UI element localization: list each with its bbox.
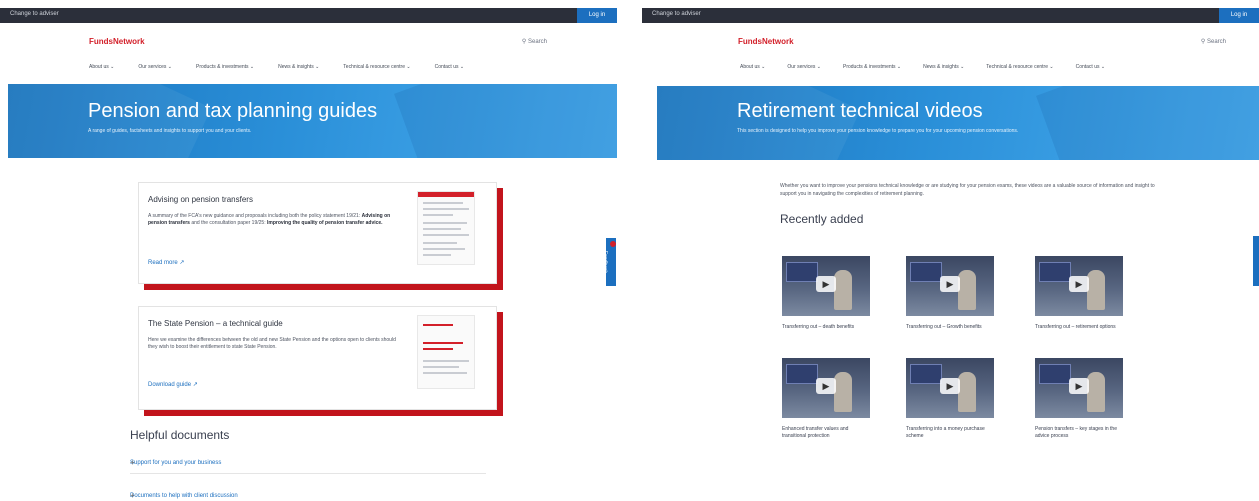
video-card[interactable]: ▶ Transferring into a money purchase sch… bbox=[906, 358, 994, 440]
helpful-documents-heading: Helpful documents bbox=[130, 428, 230, 442]
intro-text: Whether you want to improve your pension… bbox=[780, 183, 1155, 197]
feedback-icon bbox=[610, 241, 616, 247]
video-thumbnail[interactable]: ▶ bbox=[906, 358, 994, 418]
page-title: Retirement technical videos bbox=[737, 100, 983, 122]
nav-item-news[interactable]: News & insights bbox=[923, 64, 964, 70]
hero-banner: Pension and tax planning guides A range … bbox=[8, 84, 617, 158]
nav-item-products[interactable]: Products & investments bbox=[843, 64, 901, 70]
nav-item-contact[interactable]: Contact us bbox=[1076, 64, 1106, 70]
play-icon[interactable]: ▶ bbox=[816, 378, 836, 394]
login-button[interactable]: Log in bbox=[1219, 8, 1259, 23]
feedback-label: Feedback bbox=[602, 251, 608, 273]
guide-card-pension-transfers: Advising on pension transfers A summary … bbox=[138, 182, 497, 284]
guide-thumbnail[interactable] bbox=[417, 315, 475, 389]
top-utility-bar: Change to adviser Log in bbox=[642, 8, 1259, 23]
accordion-client-discussion[interactable]: Documents to help with client discussion… bbox=[130, 488, 486, 501]
play-icon[interactable]: ▶ bbox=[1069, 378, 1089, 394]
download-guide-link[interactable]: Download guide ↗ bbox=[148, 381, 198, 388]
video-thumbnail[interactable]: ▶ bbox=[906, 256, 994, 316]
video-card[interactable]: ▶ Transferring out – retirement options bbox=[1035, 256, 1123, 331]
page-subtitle: A range of guides, factsheets and insigh… bbox=[88, 128, 252, 134]
video-caption[interactable]: Pension transfers – key stages in the ad… bbox=[1035, 426, 1123, 440]
guide-card-state-pension: The State Pension – a technical guide He… bbox=[138, 306, 497, 410]
hero-banner: Retirement technical videos This section… bbox=[657, 86, 1259, 160]
feedback-tab[interactable] bbox=[1253, 236, 1259, 286]
external-link-icon: ↗ bbox=[179, 260, 185, 266]
main-nav: About us Our services Products & investm… bbox=[89, 64, 464, 70]
login-button[interactable]: Log in bbox=[577, 8, 617, 23]
read-more-link[interactable]: Read more ↗ bbox=[148, 259, 184, 266]
main-nav: About us Our services Products & investm… bbox=[740, 64, 1105, 70]
recently-added-heading: Recently added bbox=[780, 212, 864, 226]
video-thumbnail[interactable]: ▶ bbox=[782, 358, 870, 418]
nav-item-products[interactable]: Products & investments bbox=[196, 64, 254, 70]
left-screenshot-panel: Change to adviser Log in FundsNetwork ⚲ … bbox=[0, 0, 617, 501]
site-logo[interactable]: FundsNetwork bbox=[89, 37, 145, 46]
nav-item-technical[interactable]: Technical & resource centre bbox=[986, 64, 1053, 70]
search-label: Search bbox=[527, 39, 547, 45]
page-subtitle: This section is designed to help you imp… bbox=[737, 128, 1019, 134]
play-icon[interactable]: ▶ bbox=[816, 276, 836, 292]
play-icon[interactable]: ▶ bbox=[1069, 276, 1089, 292]
audience-selector[interactable]: Change to adviser bbox=[10, 11, 59, 17]
video-card[interactable]: ▶ Transferring out – Growth benefits bbox=[906, 256, 994, 331]
top-utility-bar: Change to adviser Log in bbox=[0, 8, 617, 23]
page-title: Pension and tax planning guides bbox=[88, 100, 378, 122]
right-screenshot-panel: Change to adviser Log in FundsNetwork ⚲ … bbox=[642, 0, 1259, 501]
video-caption[interactable]: Enhanced transfer values and transitiona… bbox=[782, 426, 870, 440]
nav-item-about[interactable]: About us bbox=[89, 64, 114, 70]
search-icon: ⚲ bbox=[521, 39, 527, 45]
video-caption[interactable]: Transferring out – Growth benefits bbox=[906, 324, 994, 331]
nav-item-technical[interactable]: Technical & resource centre bbox=[343, 64, 410, 70]
play-icon[interactable]: ▶ bbox=[940, 378, 960, 394]
guide-thumbnail[interactable] bbox=[417, 191, 475, 265]
video-caption[interactable]: Transferring out – retirement options bbox=[1035, 324, 1123, 331]
video-thumbnail[interactable]: ▶ bbox=[782, 256, 870, 316]
search-link[interactable]: ⚲ Search bbox=[1201, 38, 1226, 45]
plus-icon: + bbox=[130, 491, 135, 500]
plus-icon: + bbox=[130, 458, 135, 467]
accordion-support[interactable]: Support for you and your business + bbox=[130, 455, 486, 474]
nav-item-services[interactable]: Our services bbox=[787, 64, 821, 70]
search-icon: ⚲ bbox=[1200, 39, 1206, 45]
guide-card-title: Advising on pension transfers bbox=[148, 195, 253, 204]
audience-selector[interactable]: Change to adviser bbox=[652, 11, 701, 17]
external-link-icon: ↗ bbox=[192, 382, 198, 388]
nav-item-services[interactable]: Our services bbox=[138, 64, 172, 70]
video-caption[interactable]: Transferring out – death benefits bbox=[782, 324, 870, 331]
nav-item-news[interactable]: News & insights bbox=[278, 64, 319, 70]
site-logo[interactable]: FundsNetwork bbox=[738, 37, 794, 46]
video-card[interactable]: ▶ Pension transfers – key stages in the … bbox=[1035, 358, 1123, 440]
nav-item-about[interactable]: About us bbox=[740, 64, 765, 70]
feedback-tab[interactable]: Feedback bbox=[602, 238, 616, 286]
search-label: Search bbox=[1206, 39, 1226, 45]
search-link[interactable]: ⚲ Search bbox=[522, 38, 547, 45]
video-thumbnail[interactable]: ▶ bbox=[1035, 256, 1123, 316]
video-caption[interactable]: Transferring into a money purchase schem… bbox=[906, 426, 994, 440]
video-thumbnail[interactable]: ▶ bbox=[1035, 358, 1123, 418]
guide-card-description: Here we examine the differences between … bbox=[148, 337, 396, 350]
video-card[interactable]: ▶ Transferring out – death benefits bbox=[782, 256, 870, 331]
nav-item-contact[interactable]: Contact us bbox=[435, 64, 465, 70]
guide-card-description: A summary of the FCA's new guidance and … bbox=[148, 213, 391, 226]
guide-card-title: The State Pension – a technical guide bbox=[148, 319, 283, 328]
play-icon[interactable]: ▶ bbox=[940, 276, 960, 292]
video-card[interactable]: ▶ Enhanced transfer values and transitio… bbox=[782, 358, 870, 440]
